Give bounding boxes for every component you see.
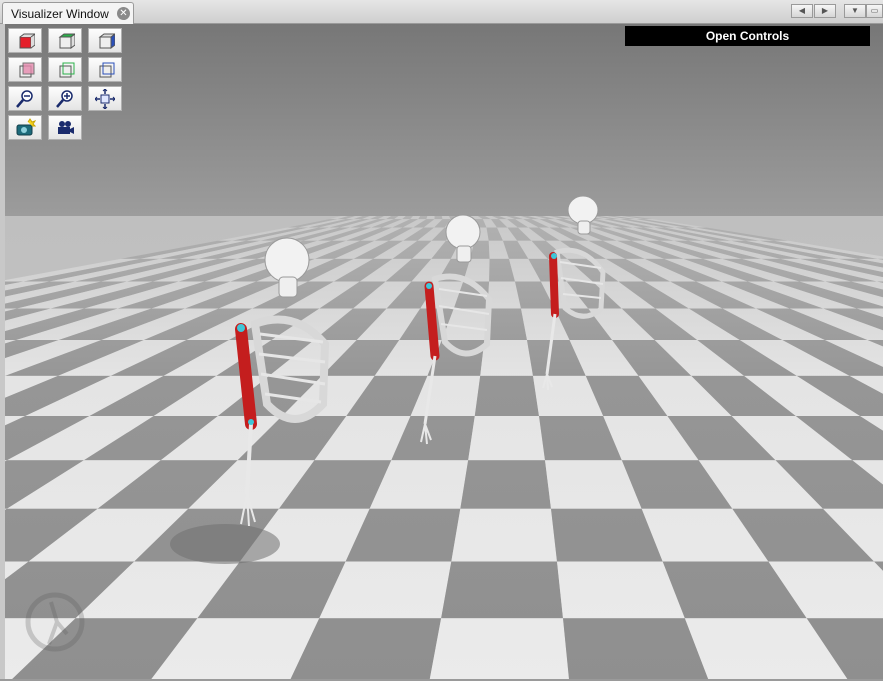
view-front-button[interactable] [8, 28, 42, 53]
zoom-out-icon [16, 89, 33, 108]
view-bottom-icon [59, 62, 75, 77]
zoom-out-button[interactable] [8, 86, 42, 111]
view-top-button[interactable] [48, 28, 82, 53]
view-back-button[interactable] [8, 57, 42, 82]
view-top-icon [58, 32, 75, 49]
view-left-button[interactable] [88, 57, 122, 82]
zoom-in-button[interactable] [48, 86, 82, 111]
open-controls-button[interactable]: Open Controls [625, 26, 870, 46]
view-right-button[interactable] [88, 28, 122, 53]
snapshot-icon [16, 117, 36, 135]
snapshot-button[interactable] [8, 115, 42, 140]
3d-viewport[interactable]: Open Controls [5, 24, 883, 679]
fit-to-view-button[interactable] [88, 86, 122, 111]
record-movie-icon [58, 120, 74, 134]
view-bottom-button[interactable] [48, 57, 82, 82]
checkered-floor [5, 216, 883, 679]
tab-prev-button[interactable]: ◀ [791, 4, 813, 18]
view-front-icon [19, 32, 35, 48]
scene-canvas [5, 24, 883, 679]
tab-bar: Visualizer Window ✕ ◀ ▶ ▼ ▭ [0, 0, 883, 24]
tab-title: Visualizer Window [11, 7, 109, 21]
record-movie-button[interactable] [48, 115, 82, 140]
maximize-button[interactable]: ▭ [866, 4, 883, 18]
fit-to-view-icon [95, 88, 115, 109]
skeleton-shadow [170, 524, 280, 564]
tab-next-button[interactable]: ▶ [814, 4, 836, 18]
sky-background [5, 24, 883, 216]
tab-menu-button[interactable]: ▼ [844, 4, 866, 18]
zoom-in-icon [56, 89, 73, 108]
view-left-icon [99, 62, 115, 77]
view-back-icon [19, 62, 35, 77]
tab-visualizer-window[interactable]: Visualizer Window ✕ [2, 2, 134, 24]
close-icon[interactable]: ✕ [117, 7, 130, 20]
view-right-icon [98, 32, 115, 49]
